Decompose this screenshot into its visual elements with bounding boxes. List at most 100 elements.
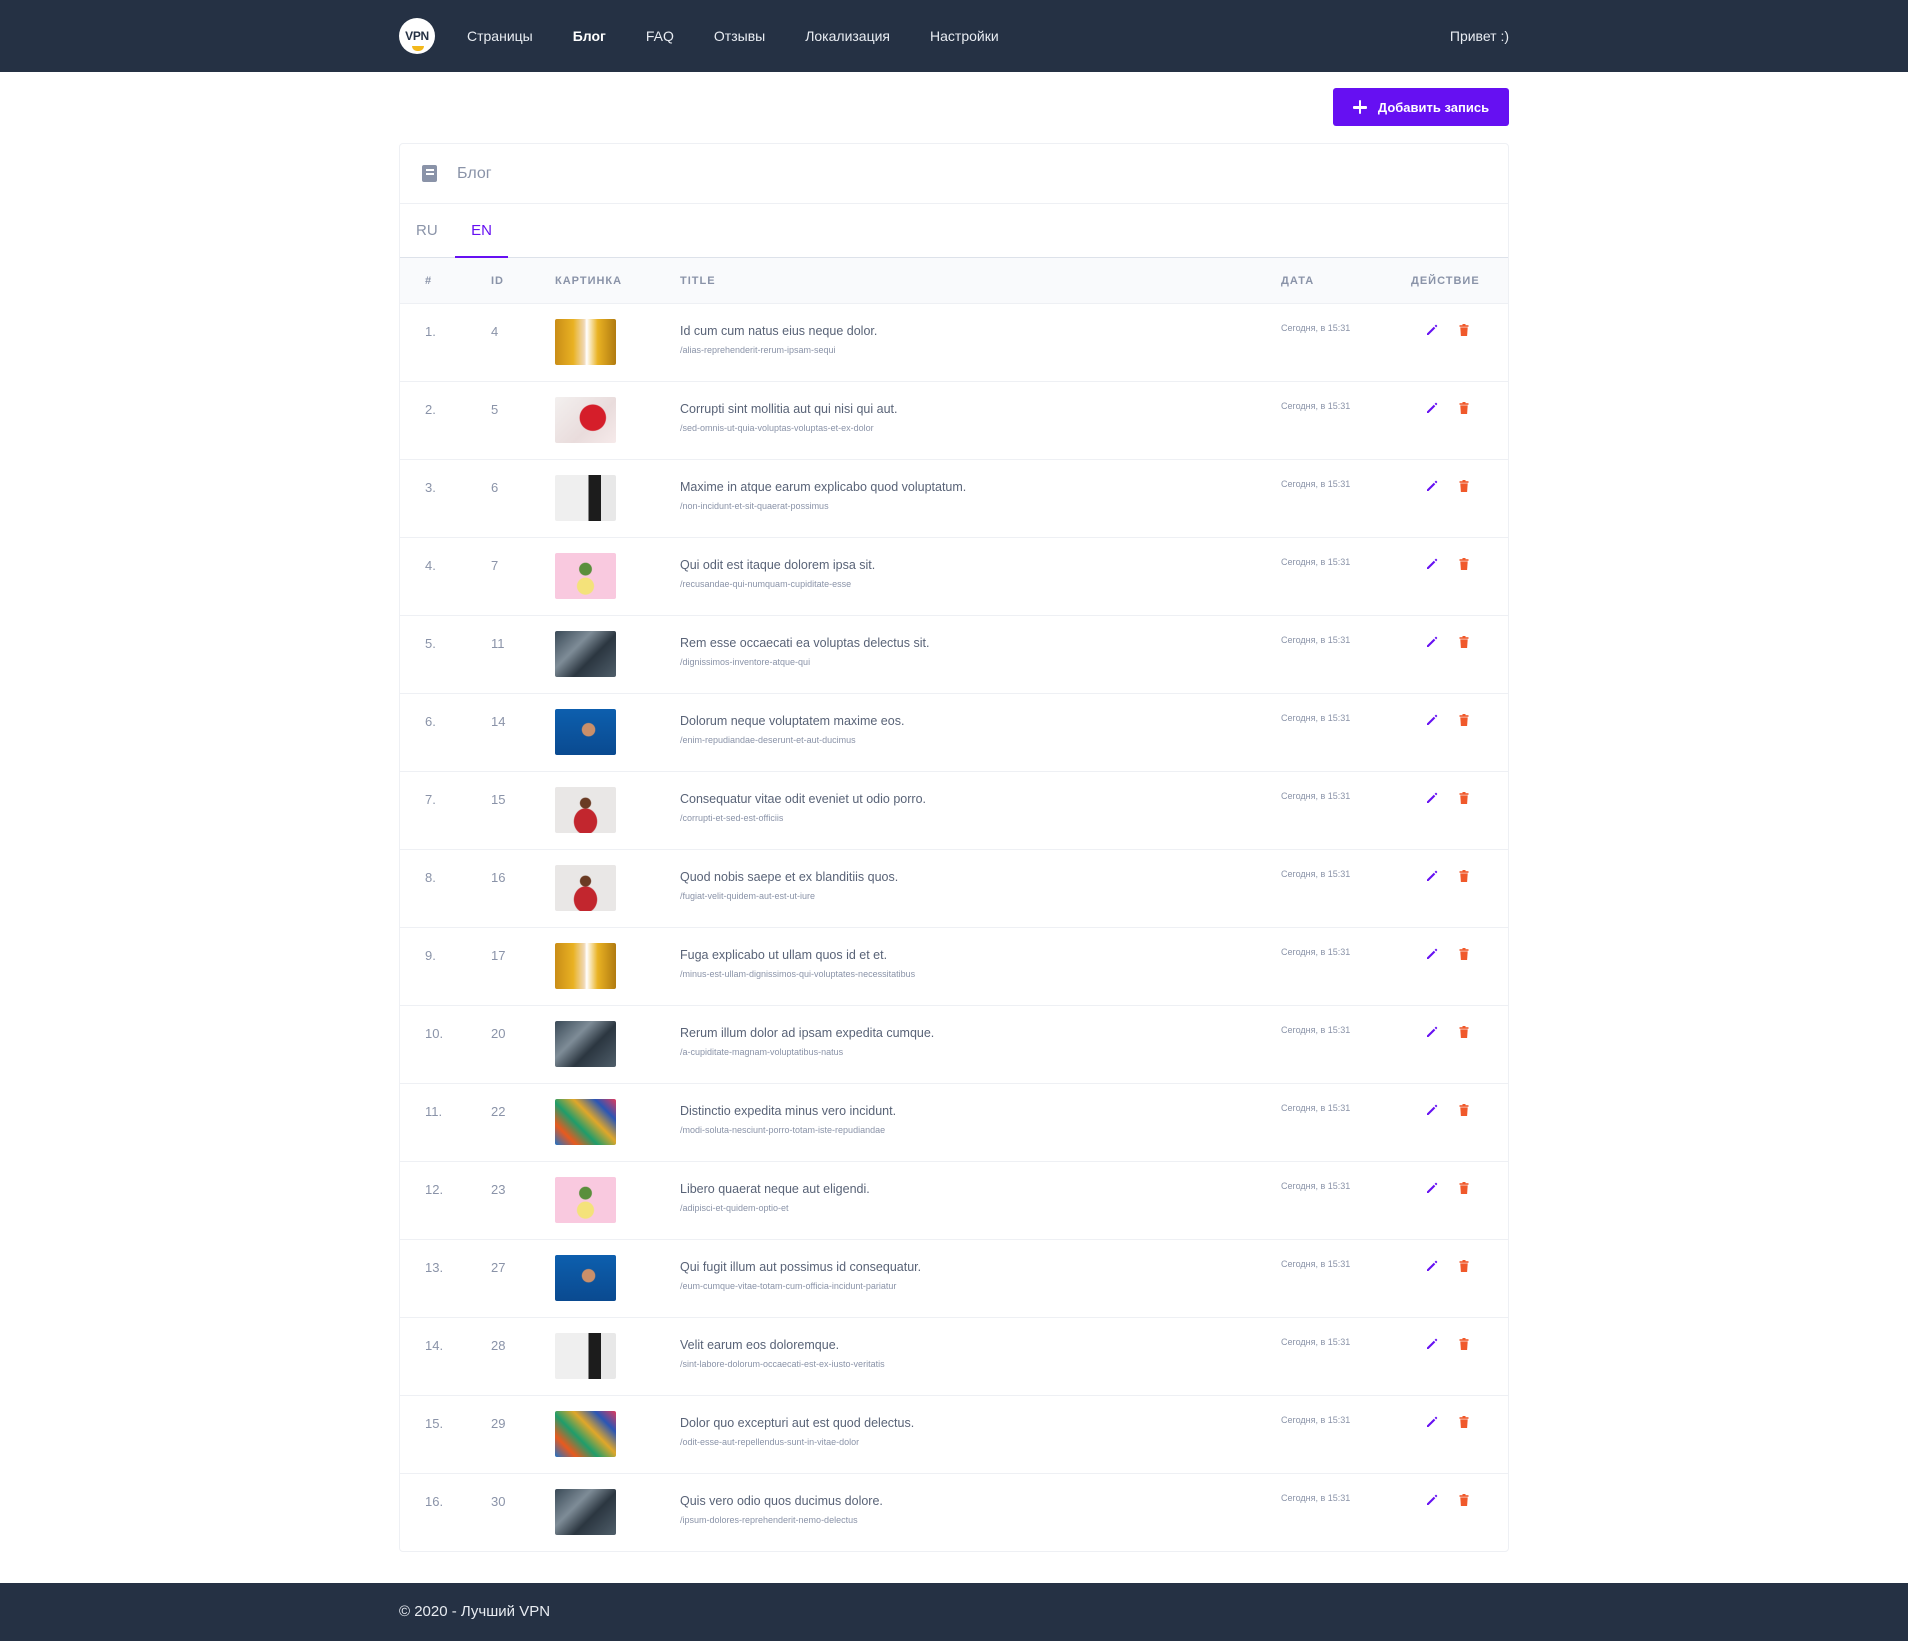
post-slug: /a-cupiditate-magnam-voluptatibus-natus [680,1047,844,1057]
post-date: Сегодня, в 15:31 [1281,1415,1351,1425]
blog-card: Блог RU EN # ID Картинка Title Дата Дейс… [399,143,1509,1552]
pencil-icon[interactable] [1425,323,1439,337]
card-header: Блог [400,144,1508,204]
trash-icon[interactable] [1457,869,1471,883]
trash-icon[interactable] [1457,947,1471,961]
pencil-icon[interactable] [1425,1259,1439,1273]
trash-icon[interactable] [1457,1337,1471,1351]
trash-icon[interactable] [1457,401,1471,415]
row-number: 1. [425,324,436,339]
trash-icon[interactable] [1457,1103,1471,1117]
tab-ru[interactable]: RU [416,203,455,257]
nav-link-faq[interactable]: FAQ [646,28,674,44]
trash-icon[interactable] [1457,791,1471,805]
row-id: 11 [491,636,505,651]
post-thumbnail [555,631,616,677]
pencil-icon[interactable] [1425,791,1439,805]
pencil-icon[interactable] [1425,1181,1439,1195]
post-slug: /modi-soluta-nesciunt-porro-totam-iste-r… [680,1125,886,1135]
nav-link-blog[interactable]: Блог [573,28,606,44]
post-date: Сегодня, в 15:31 [1281,1181,1351,1191]
row-id: 20 [491,1026,506,1041]
trash-icon[interactable] [1457,1025,1471,1039]
nav-link-localization[interactable]: Локализация [805,28,890,44]
post-title: Rerum illum dolor ad ipsam expedita cumq… [680,1026,935,1040]
trash-icon[interactable] [1457,1259,1471,1273]
pencil-icon[interactable] [1425,1415,1439,1429]
table-row: 10. 20 Rerum illum dolor ad ipsam expedita… [400,1006,1508,1084]
post-slug: /sint-labore-dolorum-occaecati-est-ex-iu… [680,1359,885,1369]
post-slug: /dignissimos-inventore-atque-qui [680,657,811,667]
post-title: Quis vero odio quos ducimus dolore. [680,1494,883,1508]
row-number: 6. [425,714,436,729]
post-date: Сегодня, в 15:31 [1281,947,1351,957]
pencil-icon[interactable] [1425,1103,1439,1117]
post-title: Dolor quo excepturi aut est quod delectu… [680,1416,915,1430]
pencil-icon[interactable] [1425,401,1439,415]
post-title: Id cum cum natus eius neque dolor. [680,324,878,338]
table-row: 5. 11 Rem esse occaecati ea voluptas delec… [400,616,1508,694]
trash-icon[interactable] [1457,1493,1471,1507]
row-number: 2. [425,402,436,417]
pencil-icon[interactable] [1425,947,1439,961]
trash-icon[interactable] [1457,1415,1471,1429]
post-slug: /alias-reprehenderit-rerum-ipsam-sequi [680,345,836,355]
table-row: 7. 15 Consequatur vitae odit eveniet ut od… [400,772,1508,850]
add-post-label: Добавить запись [1377,99,1490,115]
trash-icon[interactable] [1457,557,1471,571]
tab-en[interactable]: EN [455,203,508,258]
post-slug: /non-incidunt-et-sit-quaerat-possimus [680,501,829,511]
row-number: 9. [425,948,436,963]
pencil-icon[interactable] [1425,1337,1439,1351]
table-row: 1. 4 Id cum cum natus eius neque dolor. /al… [400,304,1508,382]
row-number: 12. [425,1182,444,1197]
user-greeting[interactable]: Привет :) [1450,28,1509,44]
nav-link-pages[interactable]: Страницы [467,28,533,44]
post-slug: /enim-repudiandae-deserunt-et-aut-ducimu… [680,735,856,745]
pencil-icon[interactable] [1425,635,1439,649]
logo-swoosh-icon [412,46,424,51]
row-id: 14 [491,714,506,729]
trash-icon[interactable] [1457,323,1471,337]
nav-link-reviews[interactable]: Отзывы [714,28,765,44]
pencil-icon[interactable] [1425,1493,1439,1507]
post-thumbnail [555,943,616,989]
post-title: Dolorum neque voluptatem maxime eos. [680,714,905,728]
nav-link-settings[interactable]: Настройки [930,28,999,44]
trash-icon[interactable] [1457,635,1471,649]
row-number: 10. [425,1026,444,1041]
trash-icon[interactable] [1457,713,1471,727]
post-thumbnail [555,319,616,365]
post-title: Velit earum eos doloremque. [680,1338,840,1352]
post-title: Fuga explicabo ut ullam quos id et et. [680,948,888,962]
post-date: Сегодня, в 15:31 [1281,401,1351,411]
pencil-icon[interactable] [1425,479,1439,493]
post-date: Сегодня, в 15:31 [1281,869,1351,879]
row-id: 16 [491,870,506,885]
table-row: 14. 28 Velit earum eos doloremque. /sint-la… [400,1318,1508,1396]
post-date: Сегодня, в 15:31 [1281,1337,1351,1347]
pencil-icon[interactable] [1425,713,1439,727]
post-title: Consequatur vitae odit eveniet ut odio p… [680,792,926,806]
pencil-icon[interactable] [1425,557,1439,571]
row-id: 6 [491,480,499,495]
logo[interactable]: VPN [399,18,435,54]
pencil-icon[interactable] [1425,1025,1439,1039]
post-thumbnail [555,1177,616,1223]
row-number: 13. [425,1260,444,1275]
footer-copyright: © 2020 - Лучший VPN [399,1603,551,1620]
post-date: Сегодня, в 15:31 [1281,1493,1351,1503]
trash-icon[interactable] [1457,479,1471,493]
column-header-action: Действие [1411,275,1480,287]
pencil-icon[interactable] [1425,869,1439,883]
add-post-button[interactable]: Добавить запись [1333,88,1509,126]
nav-links: Страницы Блог FAQ Отзывы Локализация Нас… [467,0,1039,72]
post-thumbnail [555,1021,616,1067]
table-row: 2. 5 Corrupti sint mollitia aut qui nisi q… [400,382,1508,460]
row-number: 14. [425,1338,444,1353]
trash-icon[interactable] [1457,1181,1471,1195]
post-title: Maxime in atque earum explicabo quod vol… [680,480,967,494]
book-icon [422,165,437,182]
post-date: Сегодня, в 15:31 [1281,1103,1351,1113]
post-date: Сегодня, в 15:31 [1281,791,1351,801]
